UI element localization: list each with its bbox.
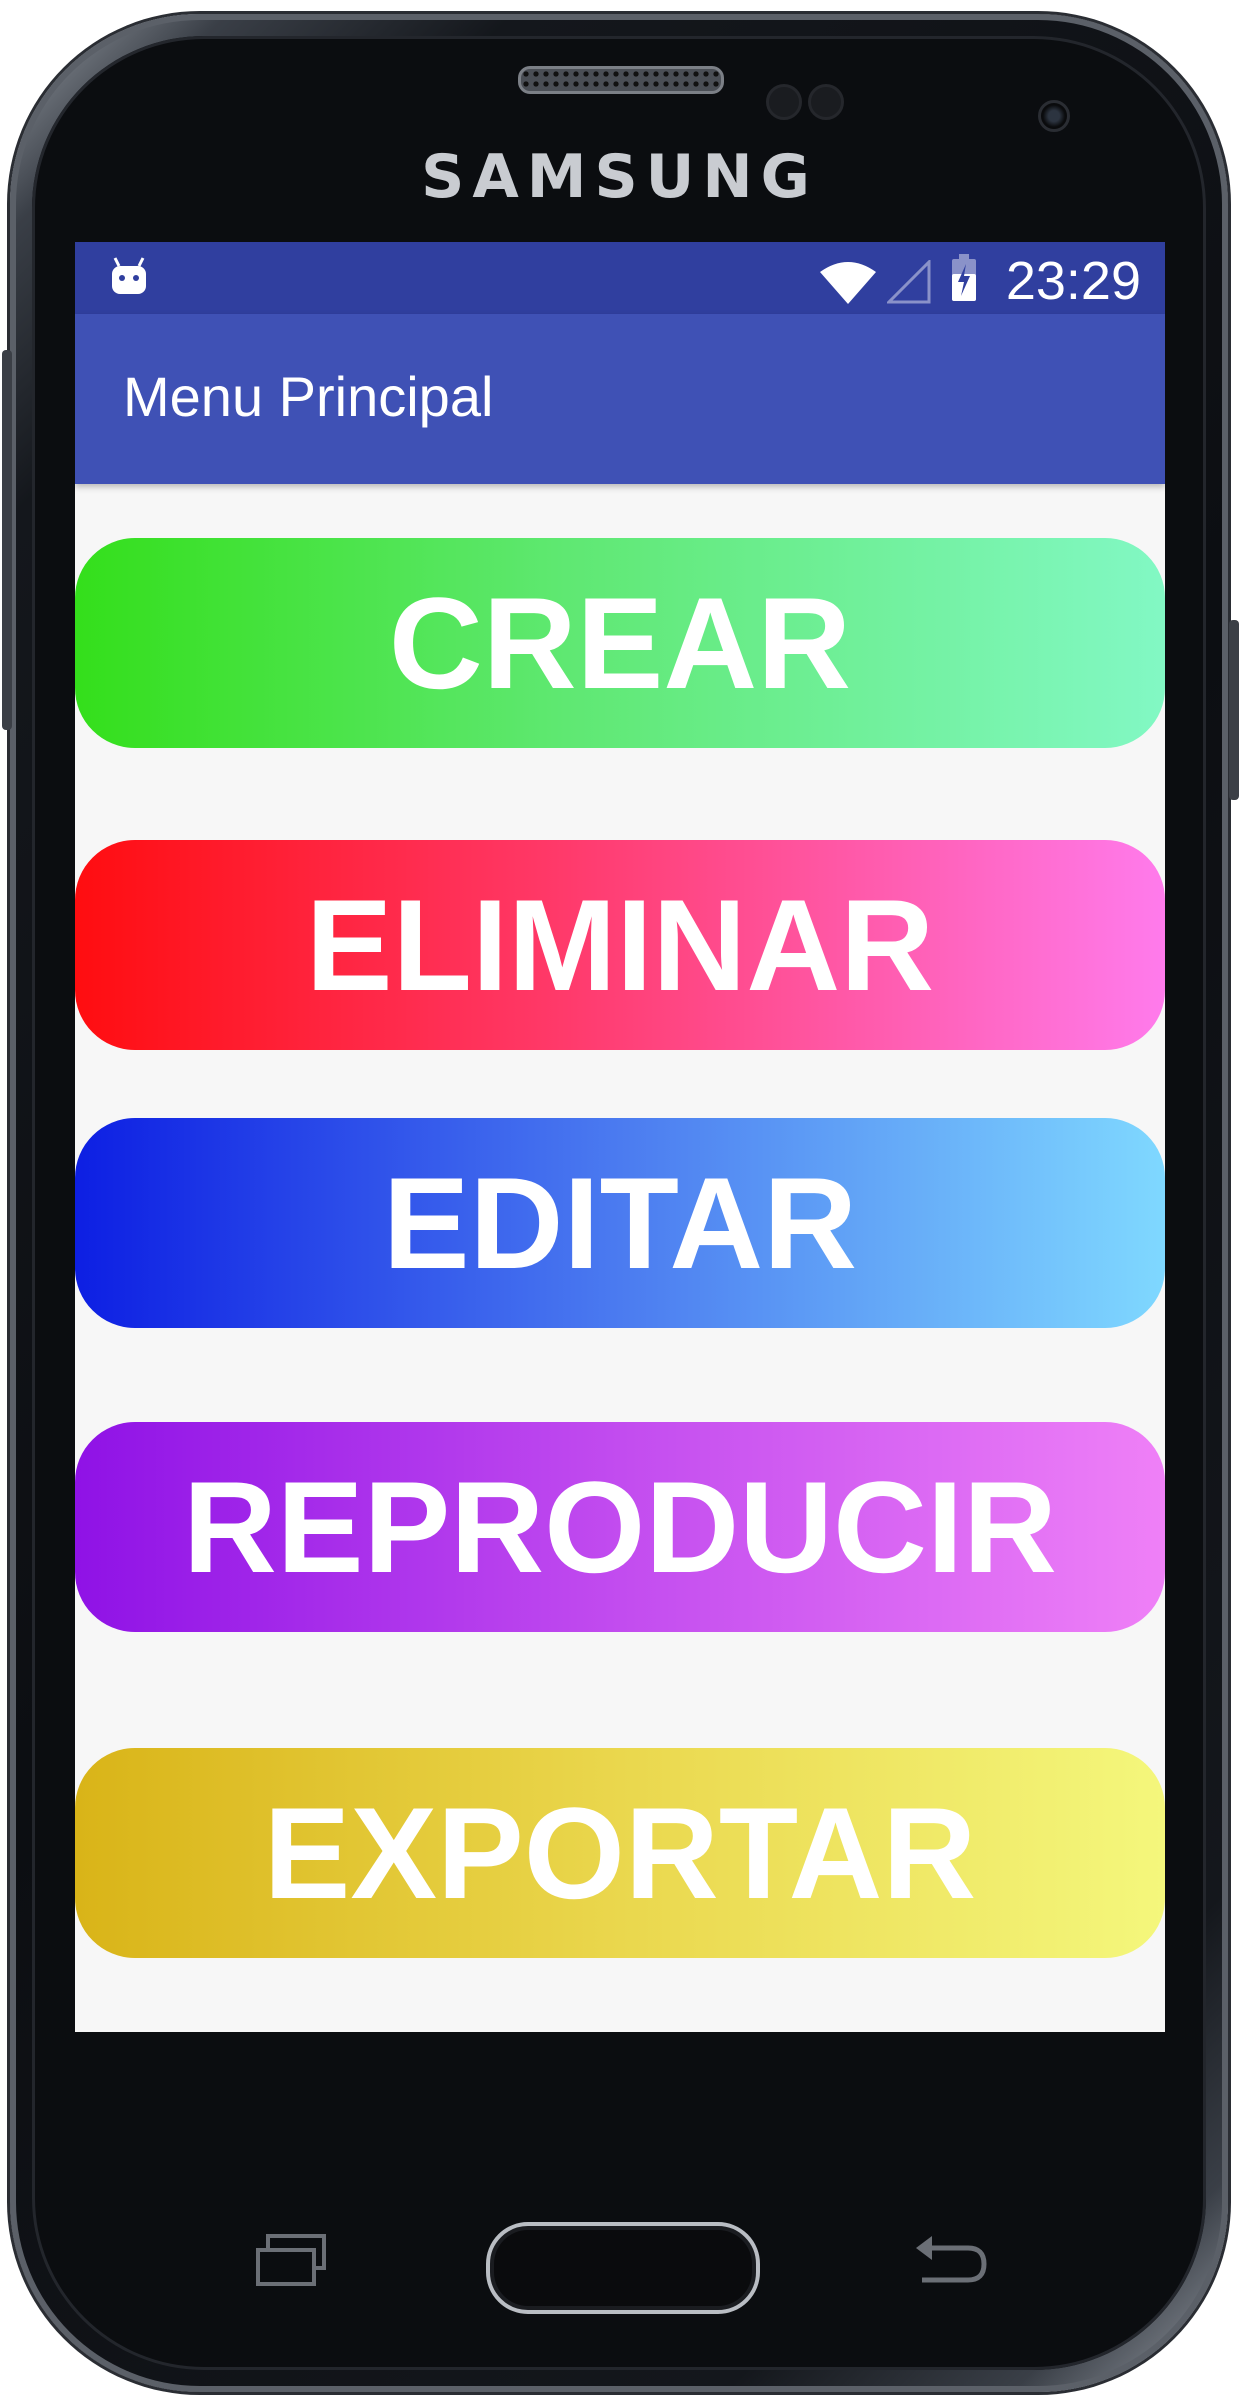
reproducir-button[interactable]: REPRODUCIR (75, 1422, 1165, 1632)
battery-charging-icon (952, 254, 976, 301)
proximity-sensor (766, 84, 802, 120)
page-title: Menu Principal (123, 365, 494, 428)
crear-button[interactable]: CREAR (75, 538, 1165, 748)
wifi-icon (820, 262, 876, 304)
app-bar: Menu Principal (75, 314, 1165, 484)
back-icon[interactable] (912, 2234, 988, 2286)
home-button[interactable] (486, 2222, 760, 2314)
screen: 23:29 Menu Principal CREAR ELIMINAR EDIT… (75, 242, 1165, 2032)
android-notification-icon (112, 257, 146, 294)
front-camera (1038, 100, 1070, 132)
editar-button[interactable]: EDITAR (75, 1118, 1165, 1328)
light-sensor (808, 84, 844, 120)
signal-icon (887, 260, 931, 304)
exportar-button[interactable]: EXPORTAR (75, 1748, 1165, 1958)
status-time: 23:29 (1005, 251, 1141, 311)
earpiece-speaker (518, 66, 724, 94)
status-bar: 23:29 (75, 242, 1165, 314)
recent-apps-icon[interactable] (254, 2232, 328, 2288)
volume-button (2, 350, 12, 730)
power-button (1229, 620, 1239, 800)
eliminar-button[interactable]: ELIMINAR (75, 840, 1165, 1050)
brand-logo: SAMSUNG (421, 142, 818, 212)
